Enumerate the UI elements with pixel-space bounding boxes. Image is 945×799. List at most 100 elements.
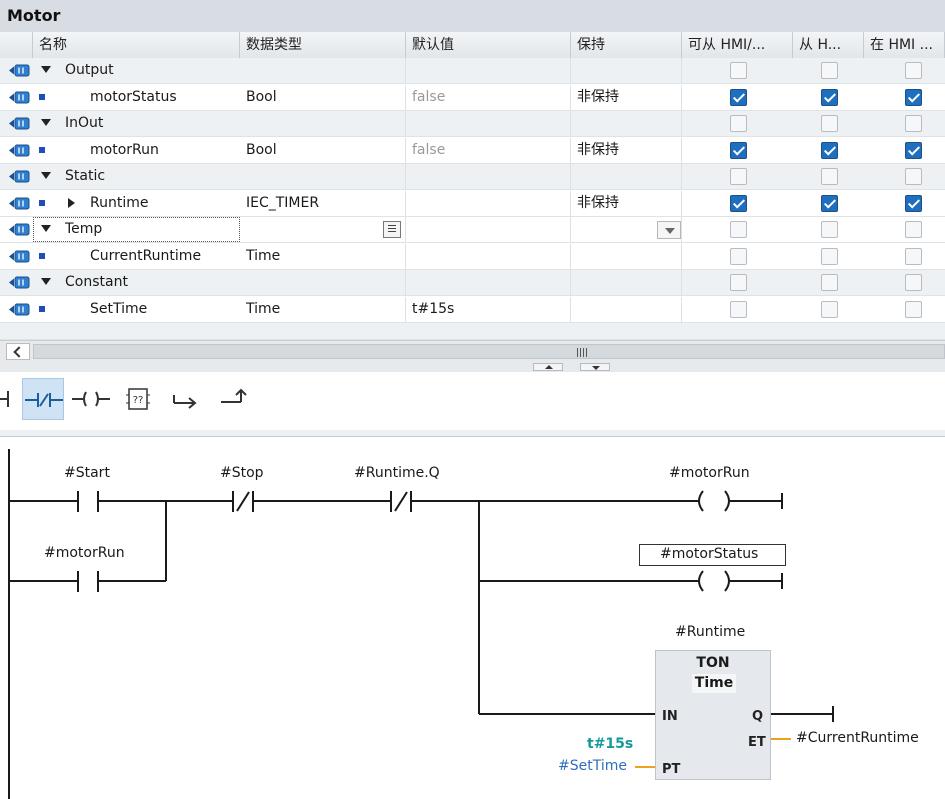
hmi-writable-checkbox[interactable] bbox=[821, 247, 838, 265]
label-start[interactable]: #Start bbox=[64, 465, 110, 481]
cell-name[interactable]: motorStatus bbox=[84, 85, 240, 110]
table-row[interactable]: Runtime IEC_TIMER 非保持 bbox=[0, 190, 945, 217]
panel-splitter[interactable] bbox=[0, 362, 945, 372]
close-branch-icon[interactable] bbox=[211, 378, 253, 420]
contact-nc-icon[interactable] bbox=[22, 378, 64, 420]
hmi-visible-checkbox[interactable] bbox=[905, 247, 922, 265]
collapse-arrow-icon[interactable] bbox=[68, 197, 75, 208]
cell-name[interactable]: Constant bbox=[59, 270, 240, 295]
ton-timer-box[interactable]: TON Time IN Q ET PT bbox=[655, 650, 771, 780]
hmi-writable-checkbox[interactable] bbox=[821, 141, 838, 159]
cell-default[interactable] bbox=[406, 270, 571, 295]
cell-datatype[interactable] bbox=[240, 217, 406, 242]
header-default[interactable]: 默认值 bbox=[406, 32, 571, 58]
hmi-accessible-checkbox[interactable] bbox=[730, 300, 747, 318]
cell-datatype[interactable]: Time bbox=[240, 243, 406, 269]
label-stop[interactable]: #Stop bbox=[220, 465, 264, 481]
cell-datatype[interactable]: IEC_TIMER bbox=[240, 190, 406, 216]
cell-datatype[interactable]: Bool bbox=[240, 84, 406, 110]
table-row[interactable]: motorRun Bool false 非保持 bbox=[0, 137, 945, 164]
header-datatype[interactable]: 数据类型 bbox=[240, 32, 406, 58]
table-row[interactable]: Constant bbox=[0, 270, 945, 296]
label-timer-instance[interactable]: #Runtime bbox=[675, 624, 745, 640]
table-row[interactable]: Output bbox=[0, 58, 945, 84]
table-row[interactable]: SetTime Time t#15s bbox=[0, 296, 945, 323]
cell-default[interactable] bbox=[406, 190, 571, 216]
cell-default[interactable]: false bbox=[406, 84, 571, 110]
cell-datatype[interactable]: Bool bbox=[240, 137, 406, 163]
empty-row[interactable] bbox=[0, 323, 945, 340]
hmi-writable-checkbox[interactable] bbox=[821, 88, 838, 106]
ton-time-type[interactable]: Time bbox=[692, 674, 736, 693]
label-coil-motorrun[interactable]: #motorRun bbox=[669, 465, 750, 481]
cell-datatype[interactable]: Time bbox=[240, 296, 406, 322]
et-operand[interactable]: #CurrentRuntime bbox=[796, 730, 919, 746]
empty-box-icon[interactable]: ?? bbox=[117, 378, 159, 420]
retain-dropdown-icon[interactable] bbox=[657, 221, 681, 239]
hmi-writable-checkbox[interactable] bbox=[821, 115, 838, 132]
expand-arrow-icon[interactable] bbox=[41, 278, 51, 285]
scroll-thumb[interactable] bbox=[33, 344, 945, 359]
hmi-visible-checkbox[interactable] bbox=[905, 194, 922, 212]
hmi-writable-checkbox[interactable] bbox=[821, 221, 838, 238]
cell-retain[interactable]: 非保持 bbox=[571, 190, 682, 216]
pt-operand[interactable]: #SetTime bbox=[558, 758, 627, 774]
cell-retain[interactable]: 非保持 bbox=[571, 137, 682, 163]
label-contact-motorrun[interactable]: #motorRun bbox=[44, 545, 125, 561]
expand-arrow-icon[interactable] bbox=[41, 66, 51, 73]
expand-down-icon[interactable] bbox=[580, 363, 610, 371]
table-row[interactable]: CurrentRuntime Time bbox=[0, 243, 945, 270]
expand-arrow-icon[interactable] bbox=[41, 119, 51, 126]
hmi-writable-checkbox[interactable] bbox=[821, 168, 838, 185]
hmi-writable-checkbox[interactable] bbox=[821, 194, 838, 212]
table-row[interactable]: motorStatus Bool false 非保持 bbox=[0, 84, 945, 111]
hmi-visible-checkbox[interactable] bbox=[905, 168, 922, 185]
header-hmi-access[interactable]: 可从 HMI/... bbox=[682, 32, 793, 58]
cell-retain[interactable] bbox=[571, 58, 682, 83]
cell-default[interactable]: t#15s bbox=[406, 296, 571, 322]
expand-arrow-icon[interactable] bbox=[41, 172, 51, 179]
hmi-visible-checkbox[interactable] bbox=[905, 221, 922, 238]
header-retain[interactable]: 保持 bbox=[571, 32, 682, 58]
cell-name[interactable]: Runtime bbox=[84, 191, 240, 216]
cell-datatype[interactable] bbox=[240, 164, 406, 189]
cell-default[interactable] bbox=[406, 217, 571, 242]
coil-icon[interactable] bbox=[70, 378, 112, 420]
cell-datatype[interactable] bbox=[240, 58, 406, 83]
cell-retain[interactable] bbox=[571, 111, 682, 136]
open-branch-icon[interactable] bbox=[164, 378, 206, 420]
horizontal-scrollbar[interactable] bbox=[0, 340, 945, 363]
hmi-accessible-checkbox[interactable] bbox=[730, 141, 747, 159]
cell-default[interactable]: false bbox=[406, 137, 571, 163]
cell-name[interactable]: Output bbox=[59, 58, 240, 83]
hmi-accessible-checkbox[interactable] bbox=[730, 274, 747, 291]
hmi-visible-checkbox[interactable] bbox=[905, 115, 922, 132]
cell-default[interactable] bbox=[406, 164, 571, 189]
cell-default[interactable] bbox=[406, 111, 571, 136]
table-row[interactable]: Temp bbox=[0, 217, 945, 243]
header-name[interactable]: 名称 bbox=[33, 32, 240, 58]
hmi-visible-checkbox[interactable] bbox=[905, 274, 922, 291]
hmi-writable-checkbox[interactable] bbox=[821, 300, 838, 318]
hmi-visible-checkbox[interactable] bbox=[905, 62, 922, 79]
hmi-writable-checkbox[interactable] bbox=[821, 274, 838, 291]
hmi-visible-checkbox[interactable] bbox=[905, 300, 922, 318]
cell-retain[interactable] bbox=[571, 164, 682, 189]
cell-default[interactable] bbox=[406, 58, 571, 83]
cell-default[interactable] bbox=[406, 243, 571, 269]
hmi-visible-checkbox[interactable] bbox=[905, 88, 922, 106]
cell-retain[interactable] bbox=[571, 270, 682, 295]
scroll-left-icon[interactable] bbox=[6, 343, 30, 360]
cell-name[interactable]: SetTime bbox=[84, 297, 240, 322]
cell-name[interactable]: motorRun bbox=[84, 138, 240, 163]
hmi-writable-checkbox[interactable] bbox=[821, 62, 838, 79]
hmi-accessible-checkbox[interactable] bbox=[730, 168, 747, 185]
contact-no-icon[interactable] bbox=[0, 378, 22, 420]
hmi-accessible-checkbox[interactable] bbox=[730, 62, 747, 79]
hmi-visible-checkbox[interactable] bbox=[905, 141, 922, 159]
hmi-accessible-checkbox[interactable] bbox=[730, 115, 747, 132]
cell-retain[interactable]: 非保持 bbox=[571, 84, 682, 110]
coil-motorstatus-operand-box[interactable]: #motorStatus bbox=[639, 544, 786, 566]
cell-name[interactable]: InOut bbox=[59, 111, 240, 136]
hmi-accessible-checkbox[interactable] bbox=[730, 88, 747, 106]
